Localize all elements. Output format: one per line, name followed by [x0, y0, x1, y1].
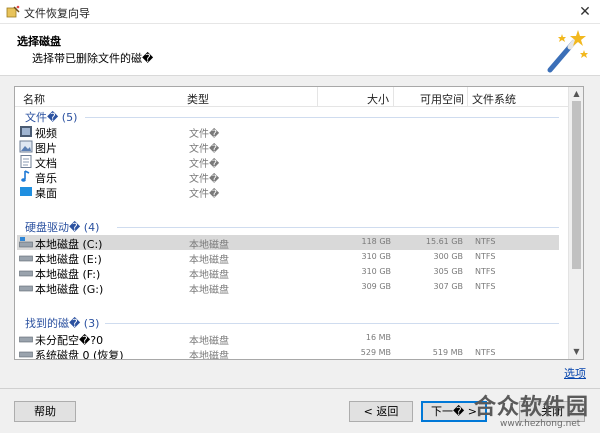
item-size: 16 MB [365, 333, 391, 342]
list-item[interactable]: 音乐 文件� [17, 169, 559, 185]
page-subtitle: 选择带已删除文件的磁� [32, 52, 154, 65]
group-divider [85, 117, 559, 118]
group-divider [117, 227, 559, 228]
picture-icon [19, 140, 33, 153]
column-separator [317, 87, 318, 107]
item-name: 本地磁盘 (G:) [35, 283, 104, 296]
item-free-space: 300 GB [433, 252, 464, 261]
column-separator [467, 87, 468, 107]
document-icon [20, 155, 32, 168]
watermark-url: www.hezhong.net [500, 419, 581, 429]
item-file-system: NTFS [475, 348, 496, 357]
item-type: 文件� [189, 174, 220, 185]
item-file-system: NTFS [475, 237, 496, 246]
video-icon [20, 126, 32, 137]
disk-list[interactable]: 名称 类型 大小 可用空间 文件系统 文件� (5) 视频 文件� 图片 文件�… [14, 86, 584, 360]
item-file-system: NTFS [475, 267, 496, 276]
drive-icon [19, 270, 33, 277]
group-divider [105, 323, 559, 324]
column-size[interactable]: 大小 [367, 91, 389, 107]
item-size: 310 GB [361, 267, 392, 276]
help-button[interactable]: 帮助 [14, 401, 76, 422]
item-type: 本地磁盘 [189, 270, 229, 281]
item-type: 文件� [189, 129, 220, 140]
close-window-icon[interactable]: ✕ [570, 0, 600, 24]
item-size: 309 GB [361, 282, 392, 291]
desktop-icon [20, 187, 32, 196]
drive-icon [19, 255, 33, 262]
item-size: 310 GB [361, 252, 392, 261]
page-title: 选择磁盘 [17, 35, 61, 48]
title-bar: 文件恢复向导 ✕ [0, 0, 600, 24]
list-item[interactable]: 未分配空�?0 本地磁盘 16 MB [17, 331, 559, 347]
wizard-app-icon [6, 5, 20, 18]
column-file-system[interactable]: 文件系统 [472, 91, 516, 107]
item-free-space: 305 GB [433, 267, 464, 276]
drive-icon [19, 351, 33, 358]
group-header-folders[interactable]: 文件� (5) [25, 109, 77, 125]
list-item-selected[interactable]: 本地磁盘 (C:) 本地磁盘 118 GB 15.61 GB NTFS [17, 235, 559, 251]
item-file-system: NTFS [475, 282, 496, 291]
vertical-scrollbar[interactable]: ▲ ▼ [568, 87, 583, 359]
options-link[interactable]: 选项 [564, 365, 586, 381]
item-name: 系统磁盘 0 (恢复) [35, 349, 124, 360]
magic-wand-icon [547, 30, 588, 73]
site-watermark: 合众软件园 www.hezhong.net [470, 388, 598, 432]
group-header-found-disks[interactable]: 找到的磁� (3) [25, 315, 99, 331]
column-name[interactable]: 名称 [23, 91, 45, 107]
list-item[interactable]: 本地磁盘 (E:) 本地磁盘 310 GB 300 GB NTFS [17, 250, 559, 266]
list-item[interactable]: 文档 文件� [17, 154, 559, 170]
list-item[interactable]: 图片 文件� [17, 139, 559, 155]
list-item[interactable]: 系统磁盘 0 (恢复) 本地磁盘 529 MB 519 MB NTFS [17, 346, 559, 360]
scroll-up-icon[interactable]: ▲ [569, 87, 583, 101]
item-type: 本地磁盘 [189, 255, 229, 266]
music-icon [21, 170, 30, 182]
scroll-down-icon[interactable]: ▼ [569, 345, 583, 359]
item-type: 文件� [189, 159, 220, 170]
item-type: 本地磁盘 [189, 285, 229, 296]
item-type: 本地磁盘 [189, 351, 229, 360]
item-name: 桌面 [35, 187, 57, 200]
item-size: 529 MB [360, 348, 391, 357]
wizard-header: 选择磁盘 选择带已删除文件的磁� [0, 24, 600, 76]
item-file-system: NTFS [475, 252, 496, 261]
item-type: 文件� [189, 144, 220, 155]
item-free-space: 307 GB [433, 282, 464, 291]
system-drive-icon [19, 237, 33, 248]
list-item[interactable]: 本地磁盘 (G:) 本地磁盘 309 GB 307 GB NTFS [17, 280, 559, 296]
column-type[interactable]: 类型 [187, 91, 209, 107]
list-item[interactable]: 本地磁盘 (F:) 本地磁盘 310 GB 305 GB NTFS [17, 265, 559, 281]
column-separator [393, 87, 394, 107]
window-title: 文件恢复向导 [24, 7, 90, 20]
item-size: 118 GB [361, 237, 392, 246]
back-button[interactable]: < 返回 [349, 401, 413, 422]
drive-icon [19, 336, 33, 343]
item-type: 本地磁盘 [189, 240, 229, 251]
scrollbar-thumb[interactable] [572, 101, 581, 269]
drive-icon [19, 285, 33, 292]
group-header-hard-drives[interactable]: 硬盘驱动� (4) [25, 219, 99, 235]
watermark-text: 合众软件园 [474, 395, 590, 420]
column-free-space[interactable]: 可用空间 [420, 91, 464, 107]
item-type: 文件� [189, 189, 220, 200]
list-item[interactable]: 视频 文件� [17, 124, 559, 140]
item-free-space: 15.61 GB [425, 237, 463, 246]
item-type: 本地磁盘 [189, 336, 229, 347]
column-header: 名称 类型 大小 可用空间 文件系统 [15, 87, 569, 107]
list-item[interactable]: 桌面 文件� [17, 184, 559, 200]
item-free-space: 519 MB [432, 348, 463, 357]
